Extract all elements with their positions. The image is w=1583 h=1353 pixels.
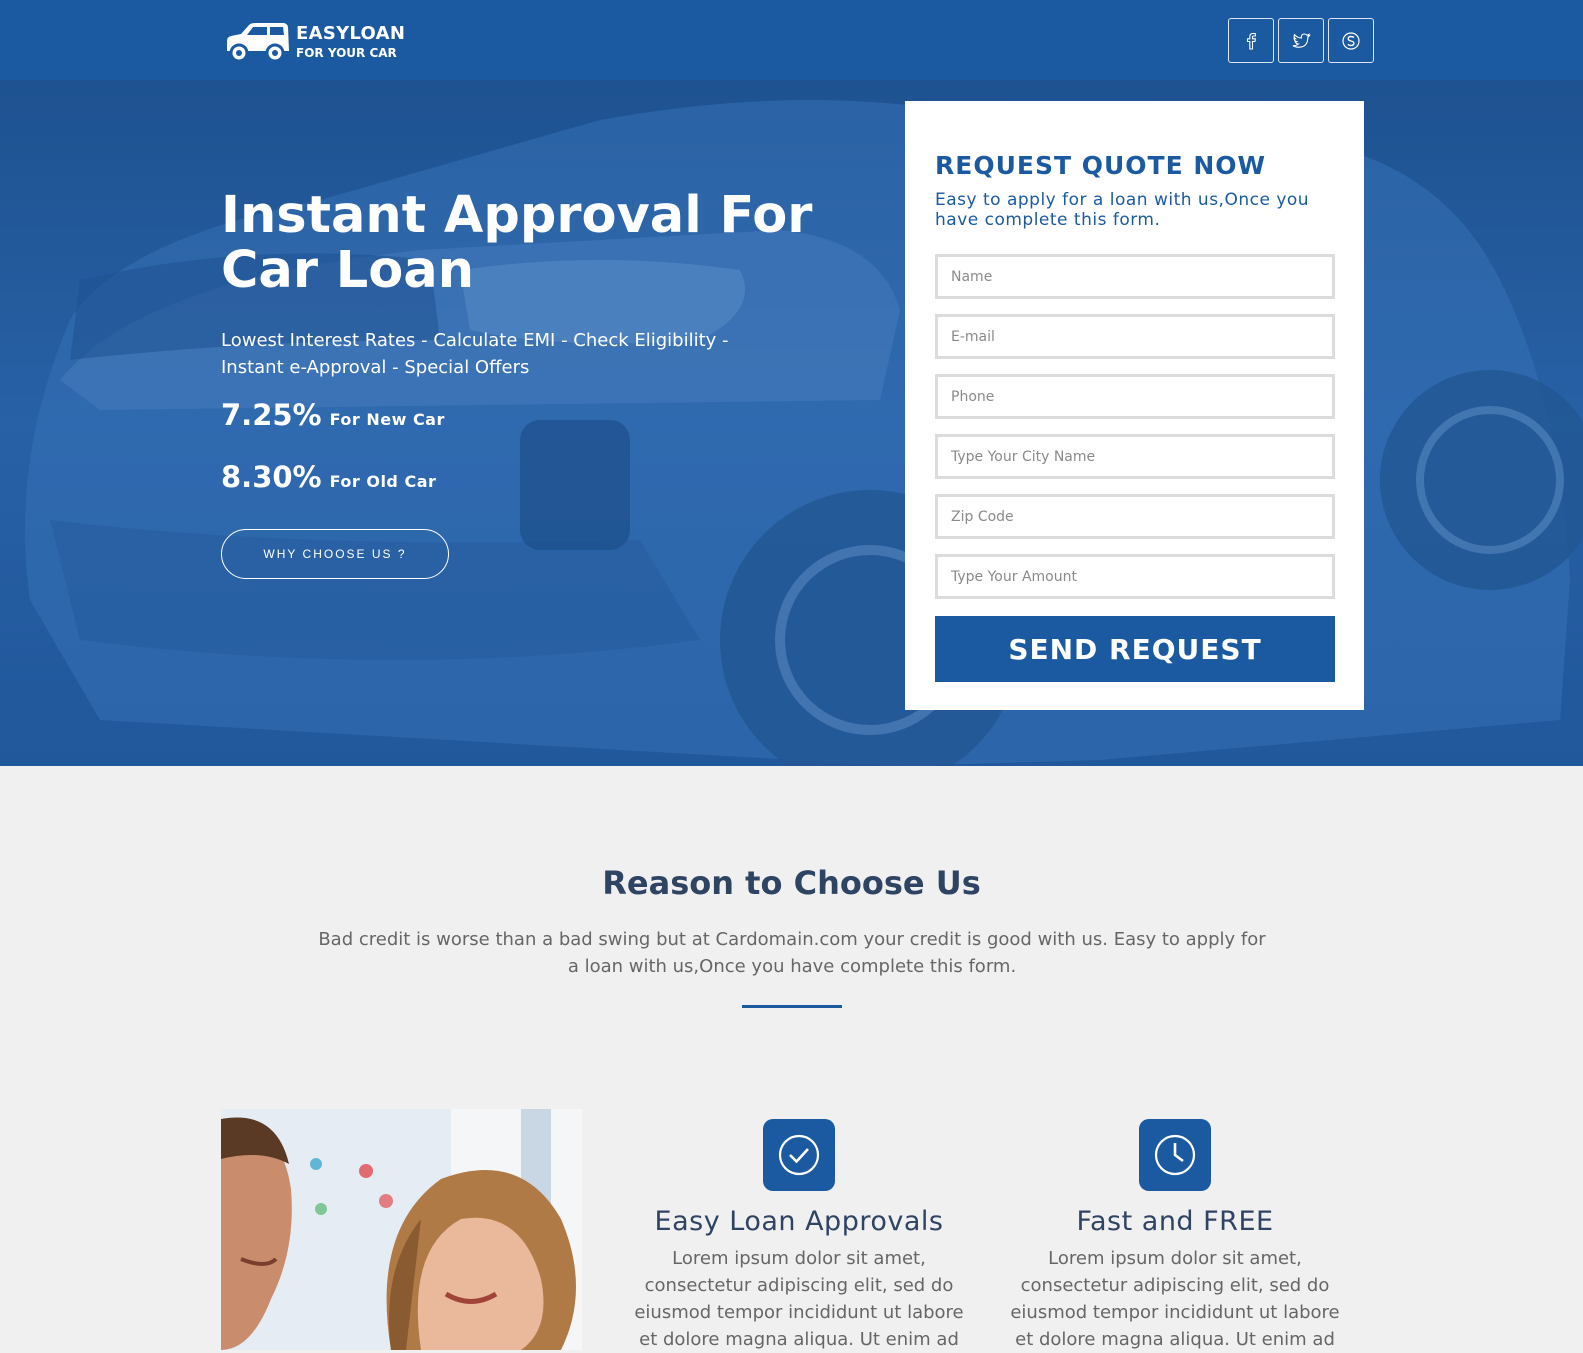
quote-form: REQUEST QUOTE NOW Easy to apply for a lo… (905, 101, 1364, 710)
feature-text: Lorem ipsum dolor sit amet, consectetur … (634, 1248, 964, 1350)
rate-value: 7.25% (221, 398, 322, 432)
twitter-icon (1292, 32, 1311, 48)
skype-button[interactable] (1328, 18, 1374, 63)
hero-subtitle: Lowest Interest Rates - Calculate EMI - … (221, 330, 729, 378)
rate-label: For New Car (329, 410, 445, 429)
city-field[interactable] (935, 434, 1335, 479)
facebook-button[interactable] (1228, 18, 1274, 63)
phone-field[interactable] (935, 374, 1335, 419)
section-divider (742, 1005, 842, 1008)
name-field[interactable] (935, 254, 1335, 299)
facebook-icon (1246, 32, 1256, 50)
feature-fast-free: Fast and FREE Lorem ipsum dolor sit amet… (995, 1119, 1355, 1353)
feature-title: Easy Loan Approvals (654, 1206, 944, 1237)
rate-old-car: 8.30% For Old Car (221, 460, 436, 494)
reason-title: Reason to Choose Us (602, 864, 981, 902)
feature-icon-box (1139, 1119, 1211, 1191)
form-subtitle: Easy to apply for a loan with us,Once yo… (935, 190, 1310, 230)
brand-tagline: FOR YOUR CAR (296, 46, 397, 60)
zip-field[interactable] (935, 494, 1335, 539)
feature-title: Fast and FREE (1076, 1206, 1274, 1237)
rate-label: For Old Car (329, 472, 437, 491)
amount-field[interactable] (935, 554, 1335, 599)
rate-new-car: 7.25% For New Car (221, 398, 445, 432)
email-field[interactable] (935, 314, 1335, 359)
car-logo-icon (227, 23, 289, 63)
feature-icon-box (763, 1119, 835, 1191)
send-request-button[interactable]: SEND REQUEST (935, 616, 1335, 682)
feature-text: Lorem ipsum dolor sit amet, consectetur … (1010, 1248, 1340, 1350)
twitter-button[interactable] (1278, 18, 1324, 63)
hero-title: Instant Approval For Car Loan (221, 186, 813, 300)
site-header: EASYLOAN FOR YOUR CAR (0, 0, 1583, 80)
skype-icon (1342, 31, 1360, 50)
reason-description: Bad credit is worse than a bad swing but… (318, 929, 1266, 977)
rate-value: 8.30% (221, 460, 322, 494)
checkmark-icon (778, 1134, 820, 1176)
social-links (1224, 18, 1374, 63)
brand-logo[interactable]: EASYLOAN FOR YOUR CAR (223, 21, 405, 63)
brand-name: EASYLOAN (296, 23, 406, 44)
why-choose-us-button[interactable]: WHY CHOOSE US ? (221, 529, 449, 579)
couple-photo (221, 1109, 582, 1350)
clock-icon (1154, 1134, 1196, 1176)
form-title: REQUEST QUOTE NOW (935, 151, 1267, 180)
feature-easy-loan: Easy Loan Approvals Lorem ipsum dolor si… (619, 1119, 979, 1353)
